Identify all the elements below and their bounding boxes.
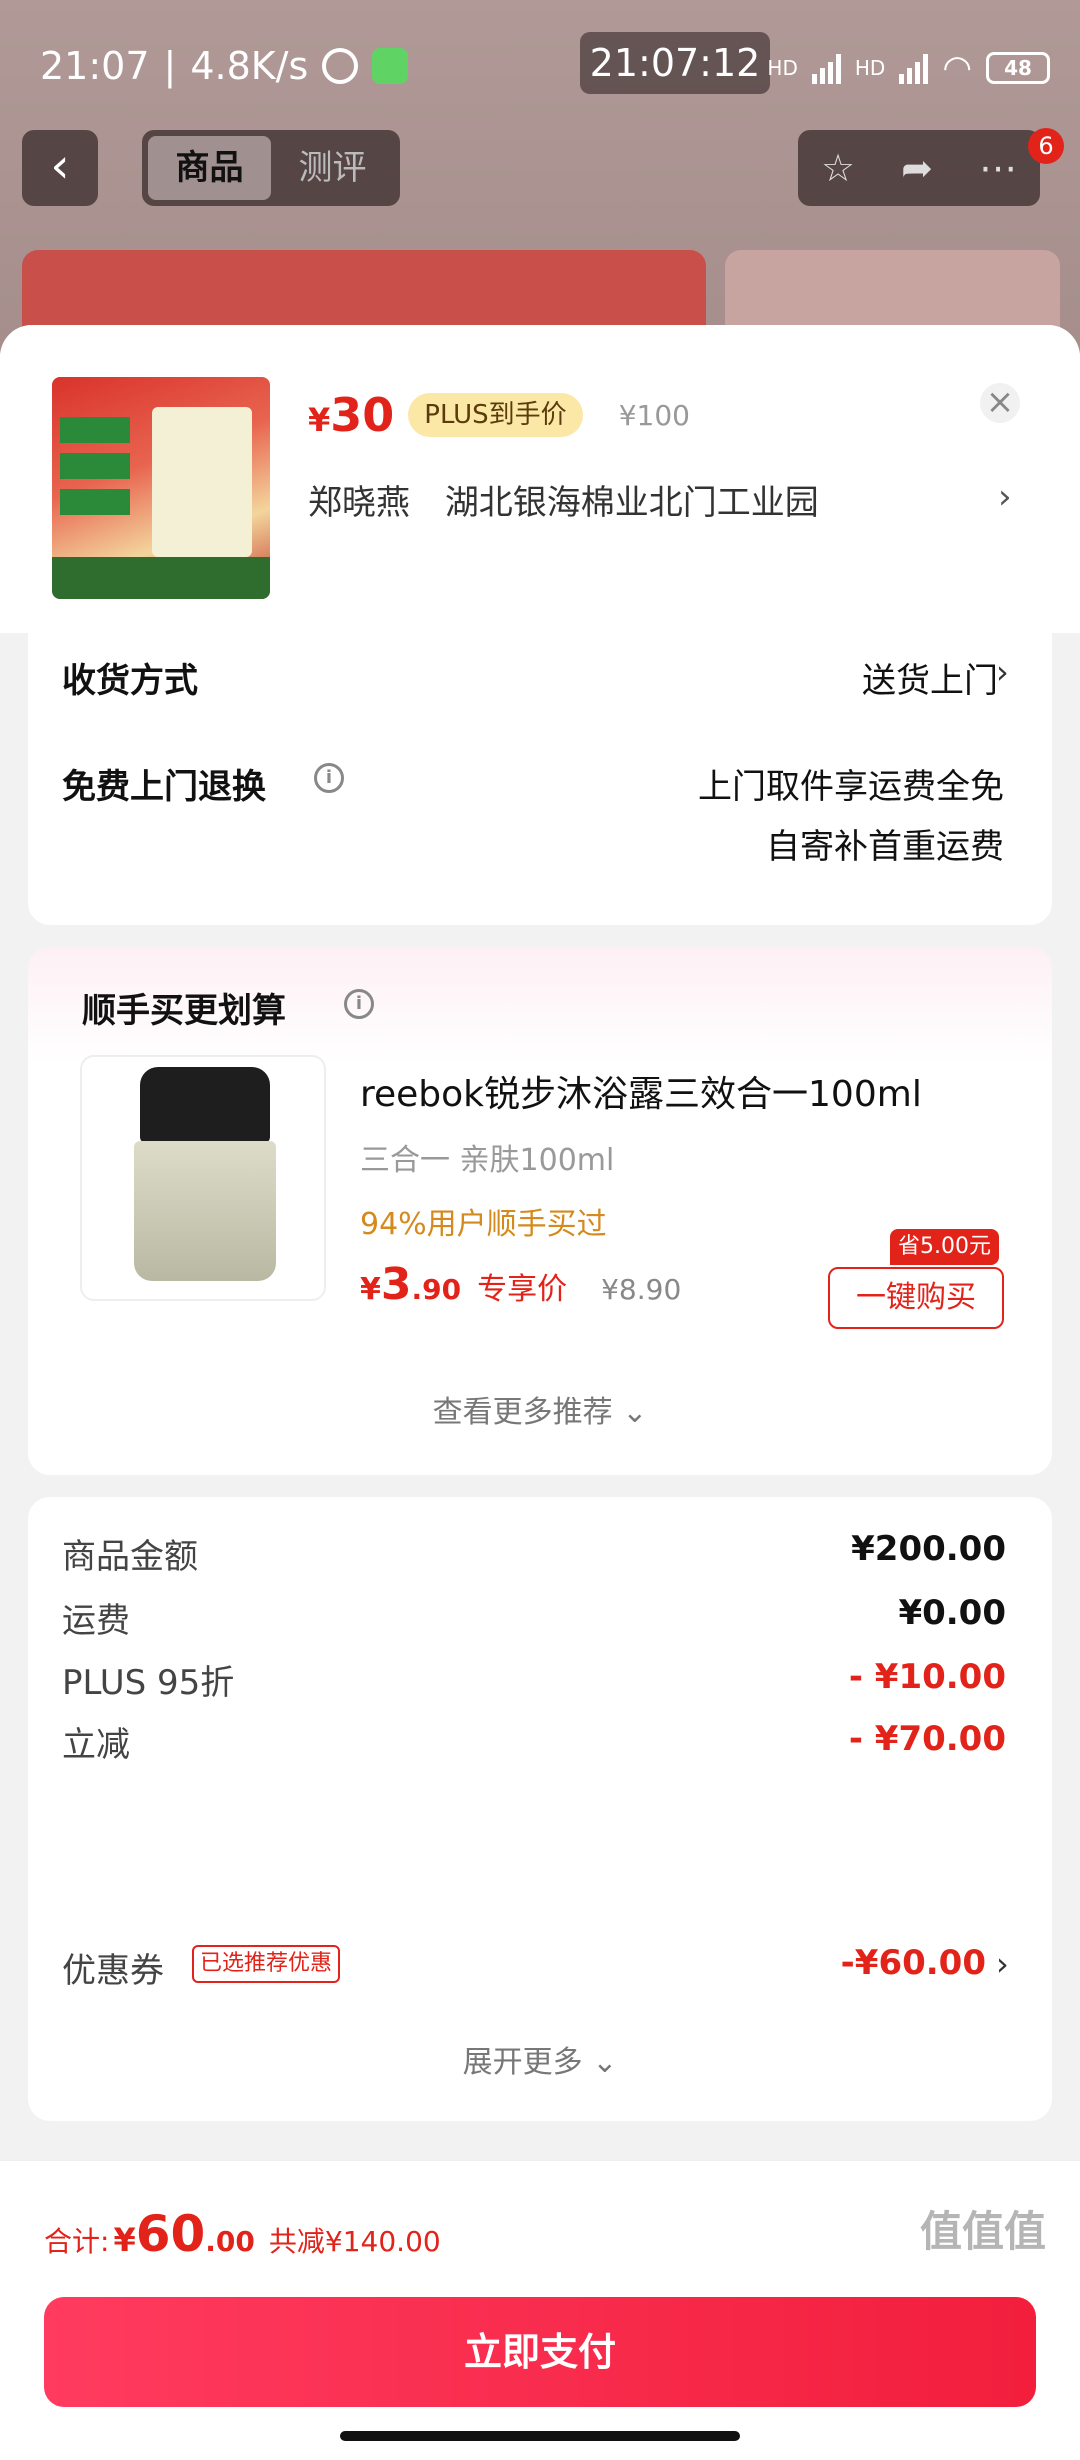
chevron-right-icon[interactable]: › [996, 1945, 1009, 1983]
sum-value-discount: - ¥70.00 [848, 1719, 1006, 1759]
status-left: 21:07 | 4.8K/s [40, 44, 409, 88]
tab-review[interactable]: 测评 [271, 136, 394, 200]
sum-label-plus: PLUS 95折 [62, 1663, 235, 1703]
home-indicator[interactable] [340, 2431, 740, 2441]
checkout-bar: 合计: ¥60.00 共减¥140.00 立即支付 [0, 2160, 1080, 2460]
return-value-2: 自寄补首重运费 [766, 827, 1004, 867]
battery-icon: 48 [986, 52, 1050, 84]
hd-label-2: HD [854, 56, 886, 80]
recommend-product-spec: 三合一 亲肤100ml [360, 1143, 615, 1178]
chevron-left-icon: ‹ [50, 138, 70, 194]
chevron-right-icon[interactable]: › [998, 477, 1012, 517]
signal-icon [811, 52, 841, 84]
chevron-down-icon: ⌄ [592, 2045, 618, 2080]
delivery-card: 收货方式 送货上门 › 免费上门退换 i 上门取件享运费全免 自寄补首重运费 [28, 633, 1052, 925]
recommend-card: 顺手买更划算 i reebok锐步沐浴露三效合一100ml 三合一 亲肤100m… [28, 947, 1052, 1475]
recommend-bought-rate: 94%用户顺手买过 [360, 1207, 607, 1242]
coupon-tag: 已选推荐优惠 [192, 1945, 341, 1983]
info-icon[interactable]: i [344, 989, 374, 1019]
share-icon[interactable]: ➦ [901, 146, 933, 190]
save-badge: 省5.00元 [890, 1229, 999, 1265]
sum-value-coupon[interactable]: -¥60.00 [841, 1943, 986, 1983]
product-price: ¥30 [308, 388, 395, 442]
info-icon[interactable]: i [314, 763, 344, 793]
recommend-price-tag: 专享价 [477, 1272, 568, 1307]
sum-label-coupon: 优惠券 [62, 1951, 164, 1991]
more-recommend-link[interactable]: 查看更多推荐 ⌄ [28, 1387, 1052, 1431]
chevron-right-icon[interactable]: › [996, 653, 1009, 691]
price-row: ¥30 PLUS到手价 ¥100 [308, 385, 690, 445]
recipient-name: 郑晓燕 [308, 483, 410, 523]
status-right: HD HD ◠ 48 [767, 48, 1050, 88]
return-value-1: 上门取件享运费全免 [698, 767, 1004, 807]
status-time: 21:07 [40, 44, 150, 88]
price-summary-card: 商品金额 ¥200.00 运费 ¥0.00 PLUS 95折 - ¥10.00 … [28, 1497, 1052, 2121]
address-text: 湖北银海棉业北门工业园 [444, 483, 819, 523]
sum-label-goods: 商品金额 [62, 1537, 198, 1577]
checkout-sheet: ¥30 PLUS到手价 ¥100 × 郑晓燕 湖北银海棉业北门工业园 › 收货方… [0, 325, 1080, 2460]
back-button[interactable]: ‹ [22, 130, 98, 206]
total-price: ¥60.00 [113, 2205, 255, 2263]
sum-label-discount: 立减 [62, 1725, 130, 1765]
one-click-buy-button[interactable]: 一键购买 [828, 1267, 1004, 1329]
chevron-down-icon: ⌄ [622, 1395, 648, 1430]
alarm-icon [322, 48, 359, 84]
recommend-original-price: ¥8.90 [601, 1273, 682, 1306]
product-thumbnail [52, 377, 270, 599]
sum-value-shipping: ¥0.00 [898, 1593, 1006, 1633]
status-bar: 21:07 | 4.8K/s 21:07:12 HD HD ◠ 48 [0, 0, 1080, 140]
status-center-time: 21:07:12 [580, 32, 770, 94]
delivery-method-value[interactable]: 送货上门 [628, 653, 998, 702]
total-saved: 共减¥140.00 [268, 2225, 441, 2258]
watermark-logo: 值值值 [920, 2207, 1047, 2256]
free-return-label: 免费上门退换 [62, 767, 266, 807]
hd-label: HD [767, 56, 798, 80]
total-label: 合计: [44, 2225, 110, 2258]
signal-icon-2 [899, 52, 929, 84]
wifi-icon: ◠ [942, 48, 972, 88]
nav-actions: ☆ ➦ ⋯ [798, 130, 1040, 206]
network-speed: 4.8K/s [190, 44, 309, 88]
plus-price-tag: PLUS到手价 [408, 393, 583, 437]
close-icon[interactable]: × [980, 383, 1020, 423]
wechat-icon [372, 48, 409, 84]
nav-tabs: 商品 测评 [142, 130, 400, 206]
status-divider: | [163, 44, 177, 88]
message-badge: 6 [1028, 128, 1064, 164]
recommend-price-row: ¥3.90 专享价 ¥8.90 [360, 1259, 681, 1310]
address-row[interactable]: 郑晓燕 湖北银海棉业北门工业园 [308, 475, 819, 524]
star-icon[interactable]: ☆ [821, 146, 855, 190]
expand-more-link[interactable]: 展开更多 ⌄ [28, 2037, 1052, 2081]
total-line: 合计: ¥60.00 共减¥140.00 [44, 2205, 441, 2263]
more-icon[interactable]: ⋯ [979, 146, 1017, 190]
sum-value-goods: ¥200.00 [851, 1529, 1006, 1569]
delivery-method-label: 收货方式 [62, 661, 198, 701]
tab-product[interactable]: 商品 [148, 136, 271, 200]
pay-now-button[interactable]: 立即支付 [44, 2297, 1036, 2407]
recommend-title: 顺手买更划算 [82, 991, 286, 1031]
recommend-price: ¥3.90 [360, 1259, 462, 1310]
sum-value-plus: - ¥10.00 [848, 1657, 1006, 1697]
recommend-product-image[interactable] [80, 1055, 326, 1301]
recommend-product-name[interactable]: reebok锐步沐浴露三效合一100ml [360, 1065, 922, 1117]
sum-label-shipping: 运费 [62, 1601, 130, 1641]
original-price: ¥100 [618, 398, 690, 432]
product-header: ¥30 PLUS到手价 ¥100 × 郑晓燕 湖北银海棉业北门工业园 › [0, 325, 1080, 633]
